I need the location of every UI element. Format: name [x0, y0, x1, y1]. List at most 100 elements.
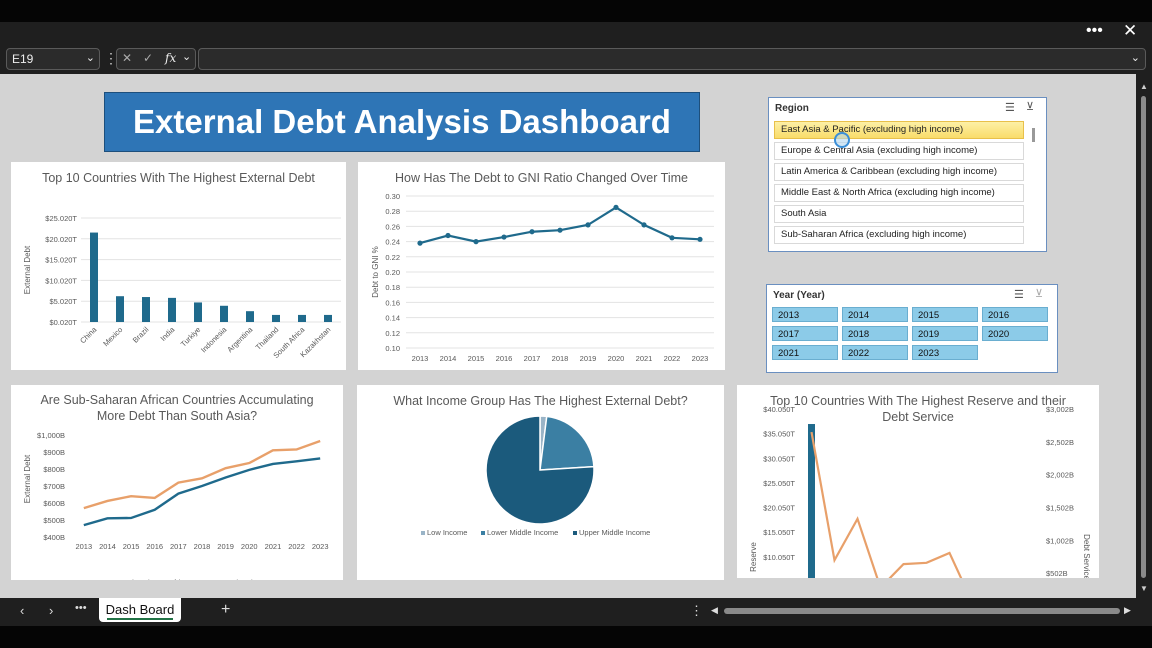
- y-tick-label: $800B: [43, 465, 65, 474]
- region-slicer-item[interactable]: Latin America & Caribbean (excluding hig…: [774, 163, 1024, 181]
- chart-top10-debt[interactable]: Top 10 Countries With The Highest Extern…: [11, 162, 346, 370]
- y-tick-label: $25.050T: [763, 479, 795, 488]
- sheet-canvas[interactable]: External Debt Analysis Dashboard Top 10 …: [0, 74, 1136, 598]
- ellipsis-icon[interactable]: •••: [75, 602, 87, 614]
- legend-label: South Asia: [221, 578, 258, 580]
- series-line: [83, 439, 321, 510]
- x-tick-label: 2018: [194, 542, 211, 551]
- chevron-right-icon[interactable]: ›: [49, 603, 53, 618]
- add-sheet-icon[interactable]: +: [221, 601, 230, 619]
- x-tick-label: 2018: [552, 354, 569, 363]
- x-tick-label: 2016: [146, 542, 163, 551]
- legend-swatch: [421, 531, 425, 535]
- scroll-right-icon[interactable]: ▶: [1124, 605, 1131, 616]
- year-slicer-item[interactable]: 2017: [772, 326, 838, 341]
- chevron-down-icon[interactable]: ⌄: [86, 51, 95, 64]
- data-point: [501, 234, 507, 240]
- chevron-down-icon[interactable]: ⌄: [182, 50, 191, 63]
- cursor-indicator: [834, 132, 850, 148]
- chart-reserve-debt-service[interactable]: Top 10 Countries With The Highest Reserv…: [737, 385, 1099, 578]
- x-tick-label: 2017: [524, 354, 541, 363]
- pie-slice: [539, 415, 595, 471]
- region-slicer-item[interactable]: Europe & Central Asia (excluding high in…: [774, 142, 1024, 160]
- y-tick-label: $500B: [43, 516, 65, 525]
- year-slicer-item[interactable]: 2019: [912, 326, 978, 341]
- y-tick-label: 0.20: [385, 268, 400, 277]
- x-tick-label: 2022: [288, 542, 305, 551]
- chart-income-group[interactable]: What Income Group Has The Highest Extern…: [357, 385, 724, 580]
- slicer-scrollbar[interactable]: [1032, 128, 1035, 142]
- y-tick-label: $2,002B: [1046, 471, 1074, 480]
- more-vertical-icon[interactable]: ⋮: [690, 603, 703, 619]
- scroll-thumb[interactable]: [1141, 96, 1146, 578]
- y-tick-label: 0.26: [385, 222, 400, 231]
- data-point: [417, 240, 423, 246]
- formula-input[interactable]: ⌄: [198, 48, 1146, 70]
- year-slicer-item[interactable]: 2014: [842, 307, 908, 322]
- y-tick-label: $1,002B: [1046, 536, 1074, 545]
- year-slicer-item[interactable]: 2023: [912, 345, 978, 360]
- scroll-up-icon[interactable]: ▲: [1140, 82, 1148, 91]
- clear-filter-icon[interactable]: ⊻: [1035, 287, 1043, 300]
- clear-filter-icon[interactable]: ⊻: [1026, 100, 1034, 113]
- chart-svg: 0.10 0.12 0.14 0.16 0.18 0.20 0.22 0.24 0.26 0.28…: [371, 192, 714, 363]
- year-slicer-item[interactable]: 2015: [912, 307, 978, 322]
- year-slicer-item[interactable]: 2018: [842, 326, 908, 341]
- chart-ssa-vs-south-asia[interactable]: Are Sub-Saharan African Countries Accumu…: [11, 385, 343, 580]
- year-slicer-item[interactable]: 2021: [772, 345, 838, 360]
- sheet-tab-bar: ‹ › ••• Dash Board + ⋮ ◀ ▶: [0, 598, 1152, 626]
- bar: [272, 314, 280, 322]
- scroll-left-icon[interactable]: ◀: [711, 605, 718, 616]
- y-tick-label: $400B: [43, 533, 65, 542]
- ellipsis-icon[interactable]: •••: [1086, 23, 1103, 39]
- y-tick-label: $0.020T: [49, 318, 77, 327]
- region-slicer-item[interactable]: South Asia: [774, 205, 1024, 223]
- x-tick-label: 2021: [636, 354, 653, 363]
- chevron-down-icon[interactable]: ⌄: [1131, 51, 1140, 64]
- x-tick-label: 2014: [99, 542, 116, 551]
- chevron-left-icon[interactable]: ‹: [20, 603, 24, 618]
- scroll-down-icon[interactable]: ▼: [1140, 584, 1148, 593]
- x-tick-label: 2022: [664, 354, 681, 363]
- data-point: [445, 232, 451, 239]
- data-point: [473, 239, 479, 245]
- bar: [298, 314, 306, 322]
- check-icon[interactable]: ✓: [143, 51, 153, 65]
- region-slicer-item[interactable]: Middle East & North Africa (excluding hi…: [774, 184, 1024, 202]
- y-tick-label: $5.020T: [49, 297, 77, 306]
- y-tick-label: $20.020T: [45, 235, 77, 244]
- y-tick-label: 0.30: [385, 192, 400, 201]
- year-slicer-item[interactable]: 2016: [982, 307, 1048, 322]
- y-tick-label: $25.020T: [45, 214, 77, 223]
- region-slicer-item[interactable]: Sub-Saharan Africa (excluding high incom…: [774, 226, 1024, 244]
- y-tick-label: $20.050T: [763, 504, 795, 513]
- data-point: [669, 235, 675, 241]
- x-tick-label: Turkiye: [179, 325, 203, 349]
- legend-swatch: [481, 531, 485, 535]
- multi-select-icon[interactable]: ☰: [1005, 101, 1015, 114]
- year-slicer[interactable]: Year (Year) ☰ ⊻ 2013 2014 2015 2016 2017 2018…: [766, 284, 1058, 373]
- close-icon[interactable]: ✕: [1123, 22, 1137, 39]
- window-bottom-strip: [0, 626, 1152, 648]
- year-slicer-item[interactable]: 2022: [842, 345, 908, 360]
- region-slicer-item[interactable]: East Asia & Pacific (excluding high inco…: [774, 121, 1024, 139]
- chart-debt-gni[interactable]: How Has The Debt to GNI Ratio Changed Ov…: [358, 162, 725, 370]
- y-tick-label: 0.24: [385, 238, 400, 247]
- horizontal-scrollbar-thumb[interactable]: [724, 608, 1120, 614]
- tab-label: Dash Board: [105, 602, 175, 617]
- cancel-icon[interactable]: ✕: [122, 51, 132, 65]
- y-tick-label: $502B: [1046, 569, 1068, 578]
- multi-select-icon[interactable]: ☰: [1014, 288, 1024, 301]
- x-tick-label: 2023: [692, 354, 709, 363]
- tab-dash-board[interactable]: Dash Board: [99, 598, 181, 622]
- name-box[interactable]: E19 ⌄: [6, 48, 100, 70]
- bar: [220, 305, 228, 322]
- year-slicer-item[interactable]: 2020: [982, 326, 1048, 341]
- year-slicer-item[interactable]: 2013: [772, 307, 838, 322]
- series-line: [810, 431, 963, 578]
- x-tick-label: Mexico: [101, 325, 124, 348]
- region-slicer[interactable]: Region ☰ ⊻ East Asia & Pacific (excludin…: [768, 97, 1047, 252]
- vertical-scrollbar[interactable]: ▲ ▼: [1136, 74, 1152, 598]
- function-icon[interactable]: fx: [165, 51, 176, 65]
- x-tick-label: 2021: [265, 542, 282, 551]
